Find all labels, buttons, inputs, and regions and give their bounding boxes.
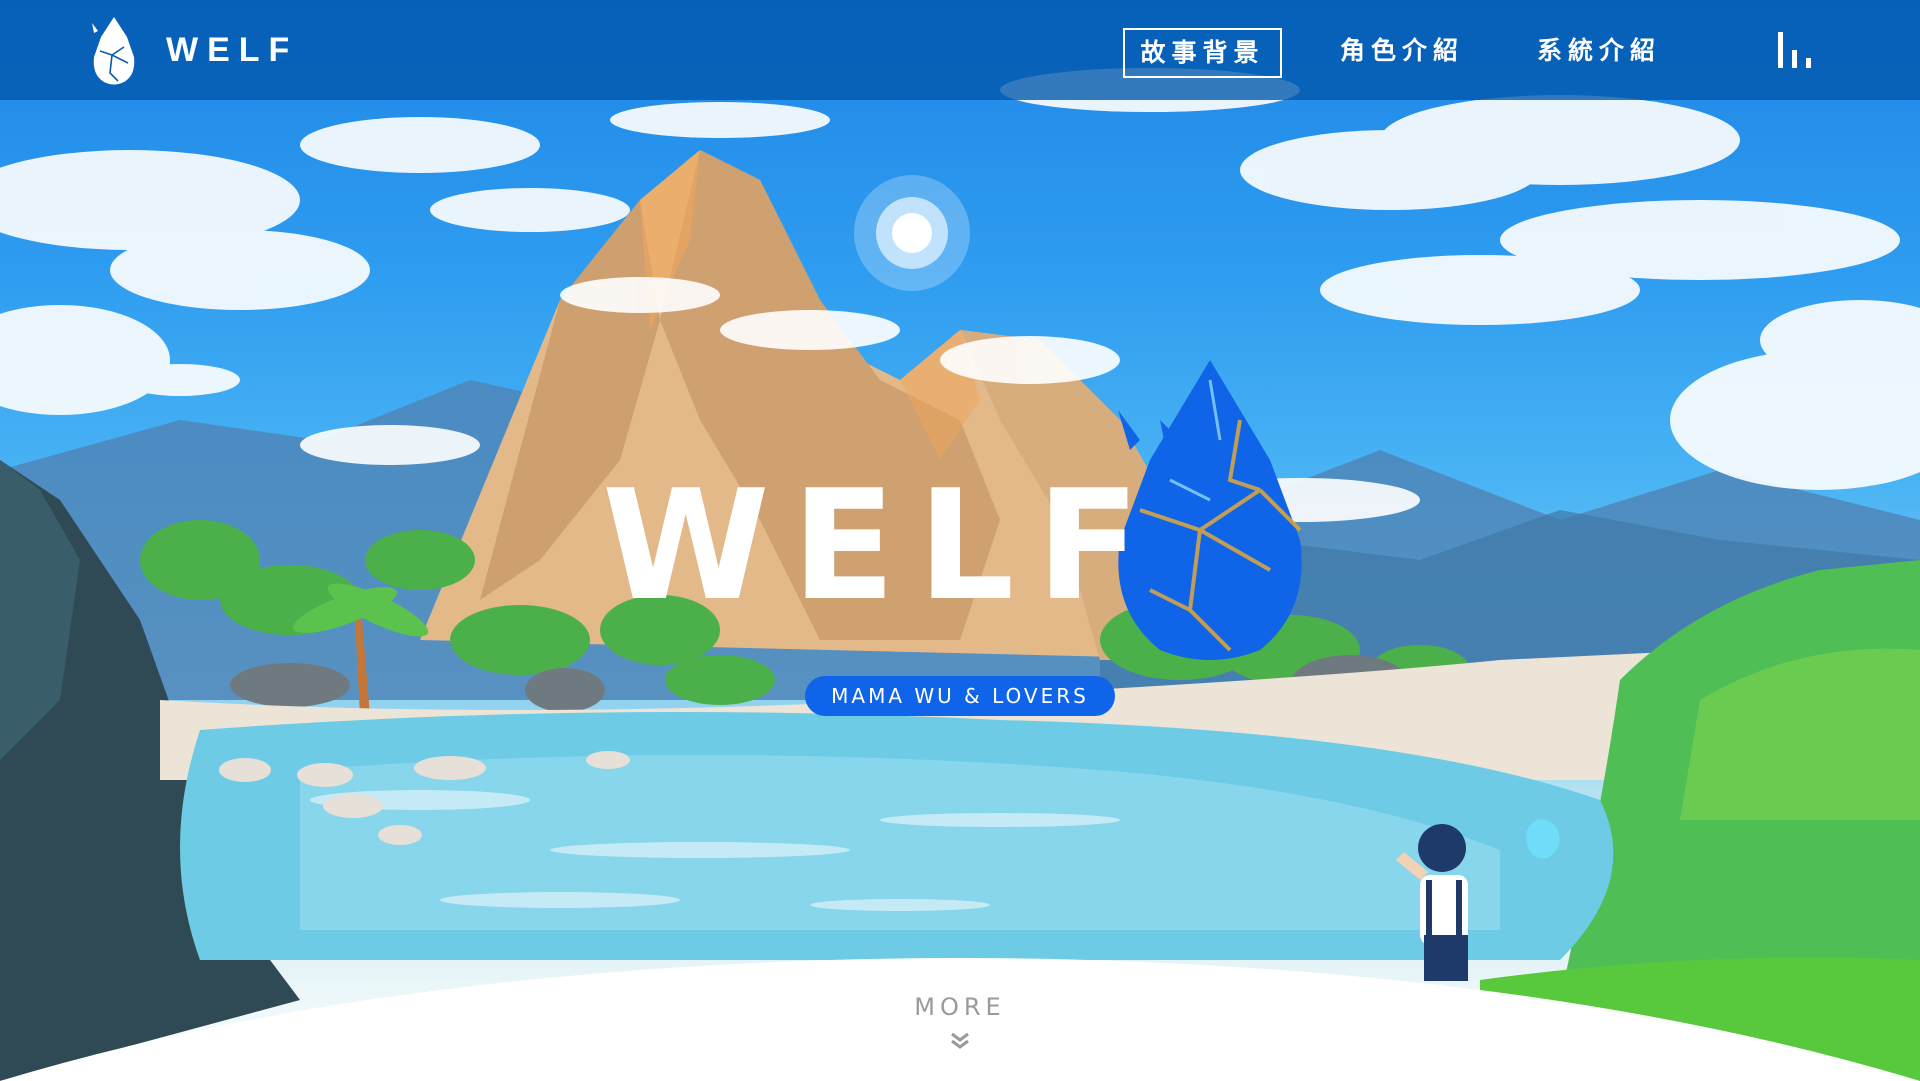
crystal-logo-icon bbox=[92, 17, 135, 85]
bars-icon[interactable] bbox=[1774, 28, 1818, 72]
brand-name: WELF bbox=[166, 30, 299, 69]
hero-section: WELF MAMA WU & LOVERS MORE bbox=[0, 0, 1920, 1081]
brand-logo-link[interactable]: WELF bbox=[92, 14, 298, 86]
nav-characters[interactable]: 角色介紹 bbox=[1324, 28, 1480, 78]
top-navbar: WELF 故事背景 角色介紹 系統介紹 bbox=[0, 0, 1920, 100]
nav-system[interactable]: 系統介紹 bbox=[1521, 28, 1677, 78]
more-label[interactable]: MORE bbox=[860, 993, 1060, 1021]
double-chevron-down-icon[interactable] bbox=[950, 1032, 970, 1050]
nav-story-background[interactable]: 故事背景 bbox=[1123, 28, 1282, 78]
hero-title: WELF bbox=[602, 457, 1163, 634]
tagline-badge: MAMA WU & LOVERS bbox=[805, 676, 1115, 716]
